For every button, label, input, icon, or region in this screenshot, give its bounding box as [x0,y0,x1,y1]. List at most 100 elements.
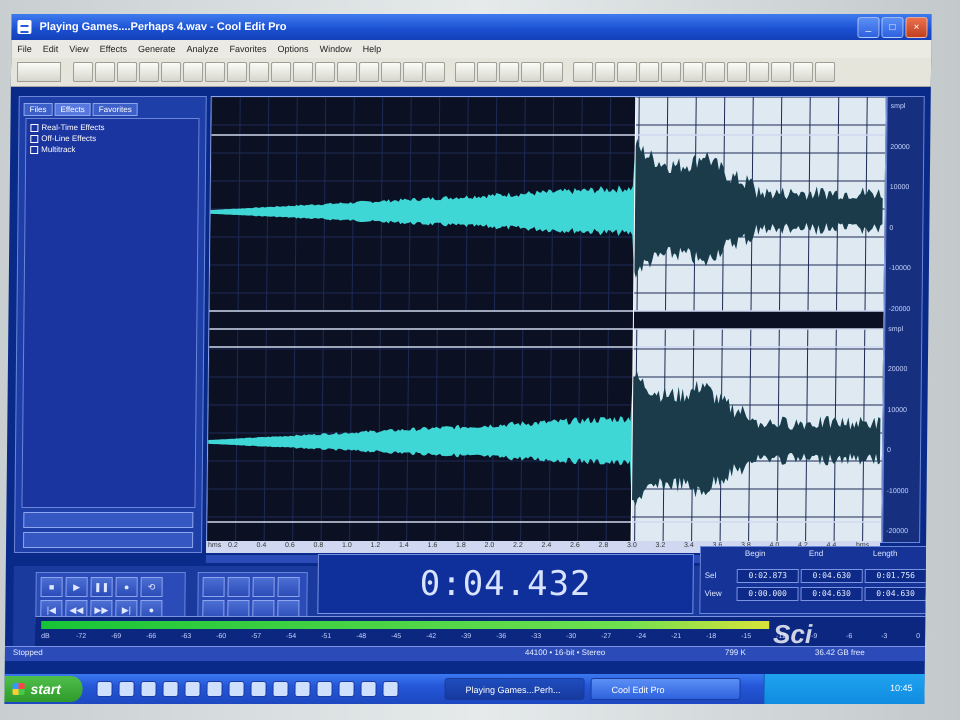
tree-item-multitrack[interactable]: Multitrack [30,145,194,154]
panel-button-2[interactable] [23,532,194,548]
app-icon-6[interactable] [206,681,223,697]
normalize-icon[interactable] [594,62,616,82]
trim-icon[interactable] [226,62,248,82]
app-icon-8[interactable] [250,681,267,697]
close-button[interactable]: × [905,17,928,38]
title-bar[interactable]: Playing Games....Perhaps 4.wav - Cool Ed… [11,14,932,40]
envelope-icon[interactable] [616,62,638,82]
cut-icon[interactable] [138,62,160,82]
fade-icon[interactable] [638,62,660,82]
browser-icon[interactable] [96,681,113,697]
menu-options[interactable]: Options [278,44,309,54]
redo-icon[interactable] [292,62,314,82]
menu-help[interactable]: Help [363,44,382,54]
app-icon-7[interactable] [228,681,245,697]
paste-icon[interactable] [182,62,204,82]
play-button[interactable]: ▶ [65,577,88,597]
noise-reduction-icon[interactable] [726,62,748,82]
level-meter-bar [41,621,770,629]
mix-paste-icon[interactable] [204,62,226,82]
pitch-icon[interactable] [770,62,792,82]
repeat-icon[interactable] [314,62,336,82]
app-icon-13[interactable] [360,681,377,697]
zoom-in-vertical-icon[interactable] [277,577,300,597]
expand-icon[interactable] [30,134,39,143]
amplify-icon[interactable] [572,62,594,82]
tab-favorites[interactable]: Favorites [92,103,138,116]
menu-file[interactable]: File [17,44,32,54]
menu-window[interactable]: Window [320,44,352,54]
app-icon-10[interactable] [294,681,311,697]
waveform-view-icon[interactable] [454,62,476,82]
cue-icon[interactable] [358,62,380,82]
record-button[interactable]: ● [115,577,138,597]
tab-effects[interactable]: Effects [54,103,91,116]
minimize-button[interactable]: _ [857,17,880,38]
expand-icon[interactable] [30,145,39,154]
new-file-icon[interactable] [72,62,94,82]
menu-edit[interactable]: Edit [43,44,59,54]
convert-icon[interactable] [814,62,836,82]
taskbar-item-playing-games[interactable]: Playing Games...Perh... [444,678,585,700]
delay-icon[interactable] [682,62,704,82]
stretch-icon[interactable] [792,62,814,82]
frequency-analysis-icon[interactable] [542,62,564,82]
eq-icon[interactable] [704,62,726,82]
waveform-display[interactable] [206,96,887,543]
pause-button[interactable]: ❚❚ [90,577,113,597]
filter-icon[interactable] [748,62,770,82]
explorer-icon[interactable] [162,681,179,697]
app-icon-12[interactable] [338,681,355,697]
menu-favorites[interactable]: Favorites [230,44,267,54]
time-ruler-tick: 2.6 [570,542,580,549]
level-scale-label: -48 [356,633,367,640]
phase-view-icon[interactable] [520,62,542,82]
app-icon-11[interactable] [316,681,333,697]
panel-button-1[interactable] [23,512,194,528]
zoom-out-horizontal-icon[interactable] [227,577,250,597]
view-begin-field[interactable]: 0:00.000 [736,587,799,601]
status-size: 799 K [724,648,746,657]
menu-generate[interactable]: Generate [138,44,176,54]
loop-icon[interactable] [336,62,358,82]
tab-files[interactable]: Files [23,103,53,116]
app-icon-14[interactable] [382,681,399,697]
view-length-field[interactable]: 0:04.630 [864,587,927,601]
menu-effects[interactable]: Effects [100,44,127,54]
spectral-view-icon[interactable] [476,62,498,82]
snap-icon[interactable] [402,62,424,82]
marker-icon[interactable] [380,62,402,82]
undo-icon[interactable] [270,62,292,82]
sel-end-field[interactable]: 0:04.630 [800,569,863,583]
sel-begin-field[interactable]: 0:02.873 [736,569,799,583]
save-icon[interactable] [116,62,138,82]
amplitude-ruler-label: -20000 [886,528,909,535]
waveform-canvas[interactable] [207,97,886,542]
start-button[interactable]: start [4,676,83,702]
metronome-icon[interactable] [424,62,446,82]
copy-icon[interactable] [160,62,182,82]
menu-analyze[interactable]: Analyze [186,44,218,54]
sel-length-field[interactable]: 0:01.756 [864,569,927,583]
app-icon-9[interactable] [272,681,289,697]
delete-icon[interactable] [248,62,270,82]
stop-button[interactable]: ■ [40,577,63,597]
expand-icon[interactable] [30,123,39,132]
tree-item-realtime[interactable]: Real-Time Effects [30,123,194,132]
view-end-field[interactable]: 0:04.630 [800,587,863,601]
maximize-button[interactable]: □ [881,17,904,38]
mail-icon[interactable] [184,681,201,697]
media-player-icon[interactable] [140,681,157,697]
tree-item-offline[interactable]: Off-Line Effects [30,134,194,143]
reverb-icon[interactable] [660,62,682,82]
time-ruler-unit: hms [208,542,222,549]
pan-view-icon[interactable] [498,62,520,82]
desktop-icon[interactable] [118,681,135,697]
zoom-full-icon[interactable] [252,577,275,597]
open-file-icon[interactable] [94,62,116,82]
zoom-in-horizontal-icon[interactable] [202,577,225,597]
toggle-multitrack-button[interactable] [16,62,62,82]
menu-view[interactable]: View [69,44,88,54]
taskbar-item-cool-edit[interactable]: Cool Edit Pro [590,678,741,700]
loop-play-button[interactable]: ⟲ [140,577,163,597]
